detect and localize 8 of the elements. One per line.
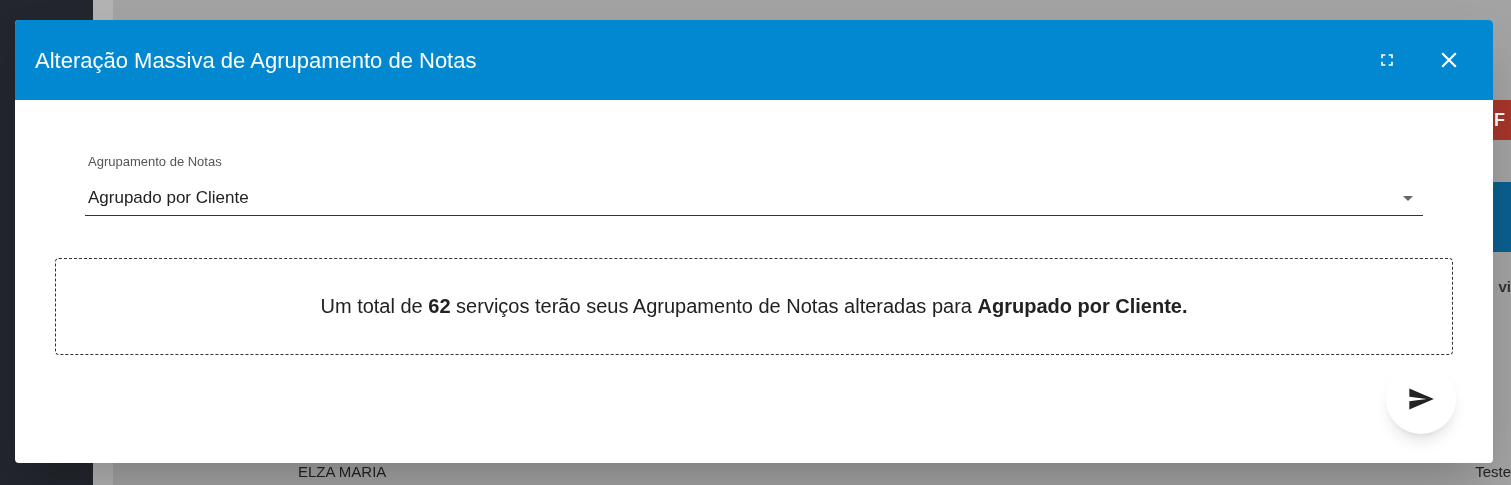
table-cell-text: Teste xyxy=(1475,461,1511,482)
summary-text: Um total de 62 serviços terão seus Agrupamento de Notas alteradas para Agrupado por Cliente. xyxy=(320,294,1188,319)
select-field[interactable]: Agrupado por Cliente xyxy=(85,181,1423,216)
field-label: Agrupamento de Notas xyxy=(87,153,223,171)
dropdown-caret-icon xyxy=(1403,195,1413,201)
column-header: vi xyxy=(1498,277,1511,297)
table-cell-text: ELZA MARIA xyxy=(298,461,388,482)
dialog-title: Alteração Massiva de Agrupamento de Notas xyxy=(35,46,478,75)
